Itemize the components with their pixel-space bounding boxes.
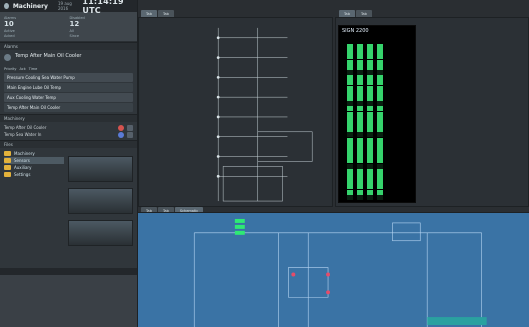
tree-item[interactable]: Sensors bbox=[4, 157, 64, 164]
app-title: Machinery bbox=[12, 2, 48, 10]
machinery-diagram[interactable] bbox=[138, 17, 333, 207]
machinery-diagram-svg bbox=[139, 18, 332, 206]
alarm-row[interactable]: Temp After Main Oil Cooler bbox=[4, 103, 133, 112]
control-button[interactable] bbox=[127, 124, 133, 131]
terminal-panel[interactable]: SIGN 2200 bbox=[335, 17, 529, 207]
schematic-view[interactable] bbox=[138, 212, 529, 327]
folder-icon bbox=[4, 158, 11, 163]
terminal-column bbox=[347, 44, 353, 204]
machinery-controls-title: Machinery bbox=[4, 116, 25, 121]
machinery-controls-header: Machinery bbox=[0, 115, 137, 122]
alarm-row[interactable]: Pressure Cooling Sea Water Pump bbox=[4, 73, 133, 82]
terminal-column bbox=[377, 44, 383, 204]
stat-right-value: 12 bbox=[69, 20, 80, 28]
files-panel-header: Files bbox=[0, 141, 137, 148]
alarm-row-title: Pressure Cooling Sea Water Pump bbox=[7, 75, 75, 80]
control-label: Temp After Oil Cooler bbox=[4, 125, 47, 130]
machinery-controls: Machinery Temp After Oil Cooler Temp Sea… bbox=[0, 114, 137, 140]
tabbar-right: Tab Tab bbox=[339, 10, 372, 17]
tree-item-label: Auxiliary bbox=[14, 165, 32, 170]
tab[interactable]: Tab bbox=[355, 10, 372, 17]
stat-right: Disabled 12 All Since bbox=[70, 15, 134, 38]
preview-thumbnail[interactable] bbox=[68, 156, 133, 182]
preview-thumbnail[interactable] bbox=[68, 188, 133, 214]
alarm-panel-title: Alarms bbox=[4, 44, 18, 49]
tab[interactable]: Tab bbox=[141, 10, 157, 17]
alarm-row-title: Main Engine Lube Oil Temp bbox=[7, 85, 62, 90]
files-panel-title: Files bbox=[4, 142, 13, 147]
selected-alarm[interactable]: Temp After Main Oil Cooler bbox=[0, 50, 137, 64]
sidebar-bottombar bbox=[0, 268, 137, 275]
alarm-list-toolbar: Priority Ack Time bbox=[4, 66, 133, 72]
left-sidebar: Machinery 19 aug 2016 11:14:19 UTC Alarm… bbox=[0, 0, 138, 327]
tree-item-label: Machinery bbox=[14, 151, 35, 156]
folder-icon bbox=[4, 165, 11, 170]
titlebar: Machinery 19 aug 2016 11:14:19 UTC bbox=[0, 0, 137, 15]
alarm-icon bbox=[118, 124, 124, 131]
stat-left-sub1: Active bbox=[4, 29, 15, 33]
control-button[interactable] bbox=[127, 131, 133, 138]
schematic-svg bbox=[139, 213, 528, 327]
terminal-column bbox=[357, 44, 363, 204]
alarm-panel-header: Alarms bbox=[0, 43, 137, 50]
files-panel: Files Machinery Sensors Auxiliary Settin… bbox=[0, 140, 137, 268]
alarm-status-icon bbox=[4, 54, 11, 61]
controls-list: Temp After Oil Cooler Temp Sea Water In bbox=[0, 122, 137, 140]
terminal-title: SIGN 2200 bbox=[342, 28, 369, 34]
stat-right-sub2: Since bbox=[69, 34, 80, 38]
terminal-led bbox=[347, 194, 353, 200]
terminal-column bbox=[367, 44, 373, 204]
terminal-led bbox=[377, 194, 383, 200]
toolbar-item-1[interactable]: Ack bbox=[19, 67, 25, 71]
preview-thumbnails bbox=[68, 150, 133, 266]
toolbar-item-2[interactable]: Time bbox=[29, 67, 38, 71]
tree-item[interactable]: Settings bbox=[4, 171, 64, 178]
preview-thumbnail[interactable] bbox=[68, 220, 133, 246]
tab[interactable]: Tab bbox=[157, 10, 174, 17]
alarm-row-title: Aux Cooling Water Temp bbox=[7, 95, 56, 100]
tree-item[interactable]: Auxiliary bbox=[4, 164, 64, 171]
control-line[interactable]: Temp After Oil Cooler bbox=[4, 124, 133, 131]
main-area: Tab Tab Tab Tab SIGN 2200 Tab Tab Schema… bbox=[138, 0, 529, 327]
tabbar-left: Tab Tab bbox=[141, 10, 174, 17]
alarm-panel: Alarms Temp After Main Oil Cooler Priori… bbox=[0, 42, 137, 114]
tree-item-label: Settings bbox=[14, 172, 31, 177]
terminal-log bbox=[418, 26, 526, 204]
stat-left-sub2: Acked bbox=[4, 34, 15, 38]
alarm-list: Priority Ack Time Pressure Cooling Sea W… bbox=[0, 64, 137, 114]
gear-icon[interactable] bbox=[4, 3, 9, 9]
stat-left: Alarms 10 Active Acked bbox=[4, 15, 68, 38]
alarm-row-title: Temp After Main Oil Cooler bbox=[7, 105, 61, 110]
info-icon bbox=[118, 131, 124, 138]
control-line[interactable]: Temp Sea Water In bbox=[4, 131, 133, 138]
file-tree: Machinery Sensors Auxiliary Settings bbox=[4, 150, 64, 266]
stat-right-sub1: All bbox=[69, 29, 74, 33]
tab[interactable]: Tab bbox=[339, 10, 355, 17]
terminal-led bbox=[357, 194, 363, 200]
folder-icon bbox=[4, 172, 11, 177]
toolbar-item-0[interactable]: Priority bbox=[4, 67, 16, 71]
tree-item[interactable]: Machinery bbox=[4, 150, 64, 157]
tree-item-label: Sensors bbox=[14, 158, 30, 163]
terminal: SIGN 2200 bbox=[338, 25, 416, 203]
files-content: Machinery Sensors Auxiliary Settings bbox=[0, 148, 137, 268]
terminal-led bbox=[367, 194, 373, 200]
folder-icon bbox=[4, 151, 11, 156]
date-label: 19 aug 2016 bbox=[57, 1, 72, 11]
stats-panel: Alarms 10 Active Acked Disabled 12 All S… bbox=[0, 12, 137, 42]
control-label: Temp Sea Water In bbox=[4, 132, 42, 137]
selected-alarm-title: Temp After Main Oil Cooler bbox=[15, 53, 82, 59]
alarm-row[interactable]: Aux Cooling Water Temp bbox=[4, 93, 133, 102]
stat-left-value: 10 bbox=[4, 20, 14, 28]
alarm-row[interactable]: Main Engine Lube Oil Temp bbox=[4, 83, 133, 92]
clock-label: 11:14:19 UTC bbox=[82, 0, 124, 15]
